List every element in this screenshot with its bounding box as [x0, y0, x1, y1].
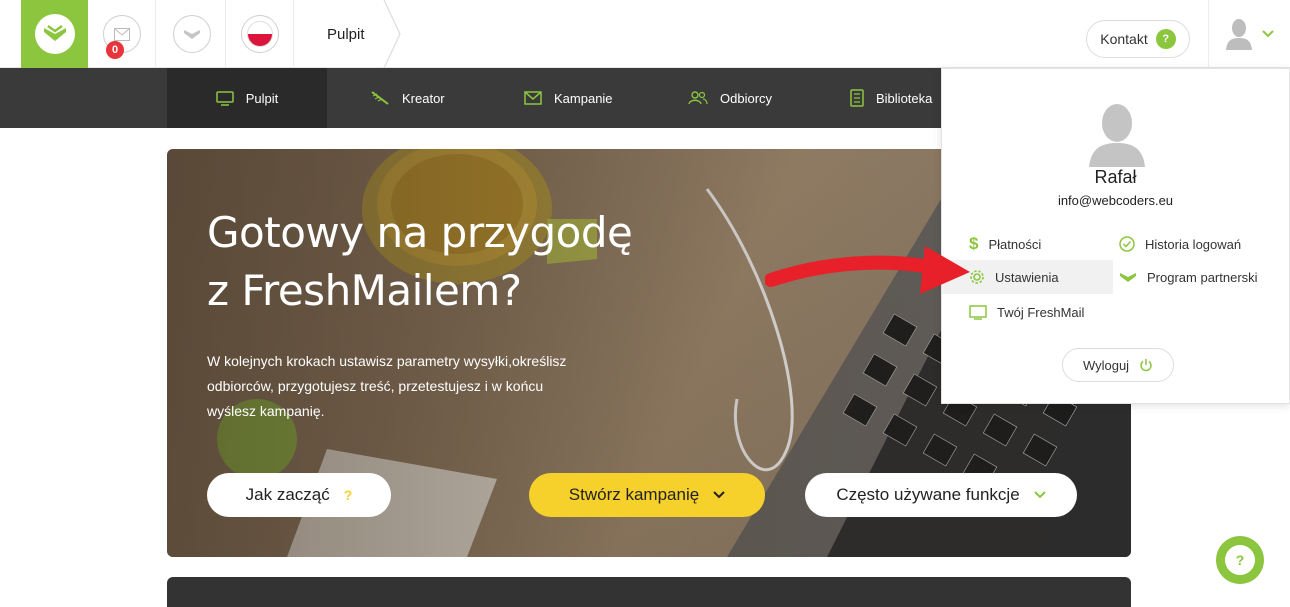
menu-item-login-history[interactable]: Historia logowań [1092, 227, 1290, 261]
avatar [1089, 104, 1145, 167]
menu-item-label: Historia logowań [1145, 236, 1242, 252]
leaf-icon [1120, 273, 1136, 282]
freshmail-logo[interactable] [21, 0, 88, 68]
people-icon [688, 91, 708, 105]
hero-description: W kolejnych krokach ustawisz parametry w… [207, 353, 567, 419]
logout-button[interactable]: Wyloguj [1062, 348, 1174, 382]
nav-item-label: Pulpit [245, 90, 279, 106]
menu-item-partner-program[interactable]: Program partnerski [1092, 260, 1290, 294]
logout-label: Wyloguj [1082, 357, 1130, 373]
chevron-down-icon [1261, 30, 1274, 38]
menu-item-label: Twój FreshMail [997, 304, 1085, 320]
nav-item-label: Kampanie [554, 90, 613, 106]
avatar-icon [1225, 19, 1252, 50]
user-name: Rafał [1094, 167, 1137, 187]
help-button[interactable]: ? [1216, 536, 1264, 584]
create-campaign-label: Stwórz kampanię [568, 485, 700, 504]
breadcrumb-separator [383, 0, 401, 68]
hero-title: Gotowy na przygodę z FreshMailem? [207, 204, 633, 320]
nav-item-pulpit[interactable]: Pulpit [167, 68, 327, 128]
top-bar: 0 Pulpit Kontakt ? [0, 0, 1290, 68]
how-to-start-button[interactable]: Jak zacząć ? [207, 473, 391, 517]
messages-button[interactable]: 0 [88, 0, 156, 68]
frequent-functions-label: Często używane funkcje [836, 485, 1020, 504]
menu-item-label: Ustawienia [995, 269, 1059, 285]
power-icon [1140, 359, 1152, 372]
library-icon [850, 89, 864, 107]
leaf-icon [172, 15, 211, 53]
wand-icon [371, 91, 389, 105]
contact-button[interactable]: Kontakt ? [1086, 20, 1190, 58]
nav-item-label: Kreator [402, 90, 445, 106]
language-button[interactable] [226, 0, 294, 68]
poland-flag-icon [240, 15, 279, 53]
menu-item-label: Płatności [988, 236, 1042, 252]
logo-icon [34, 14, 75, 54]
nav-item-label: Biblioteka [876, 90, 933, 106]
menu-item-label: Program partnerski [1147, 269, 1258, 285]
messages-count-badge: 0 [106, 41, 124, 59]
user-email: info@webcoders.eu [1057, 193, 1174, 208]
envelope-icon [524, 91, 542, 105]
frequent-functions-button[interactable]: Często używane funkcje [805, 473, 1077, 517]
annotation-arrow [765, 246, 970, 294]
create-campaign-button[interactable]: Stwórz kampanię [529, 473, 765, 517]
partner-button[interactable] [158, 0, 226, 68]
nav-item-biblioteka[interactable]: Biblioteka [850, 68, 932, 128]
check-circle-icon [1119, 236, 1135, 252]
chevron-down-icon [713, 491, 725, 499]
contact-label: Kontakt [1100, 31, 1148, 47]
nav-item-kampanie[interactable]: Kampanie [524, 68, 613, 128]
user-menu-toggle[interactable] [1208, 0, 1290, 68]
nav-item-odbiorcy[interactable]: Odbiorcy [688, 68, 772, 128]
user-dropdown-menu: Rafał info@webcoders.eu $ Płatności Hist… [941, 68, 1290, 404]
next-section [167, 577, 1131, 607]
monitor-icon [215, 90, 234, 106]
hero-title-line2: z FreshMailem? [207, 266, 522, 315]
breadcrumb-label: Pulpit [327, 25, 365, 43]
question-icon: ? [1225, 545, 1255, 575]
hero-title-line1: Gotowy na przygodę [207, 208, 633, 257]
chevron-down-icon [1033, 491, 1046, 499]
nav-item-kreator[interactable]: Kreator [370, 68, 445, 128]
nav-item-label: Odbiorcy [720, 90, 773, 106]
question-icon: ? [343, 487, 353, 503]
help-icon: ? [1155, 29, 1176, 49]
how-to-start-label: Jak zacząć [245, 485, 330, 504]
